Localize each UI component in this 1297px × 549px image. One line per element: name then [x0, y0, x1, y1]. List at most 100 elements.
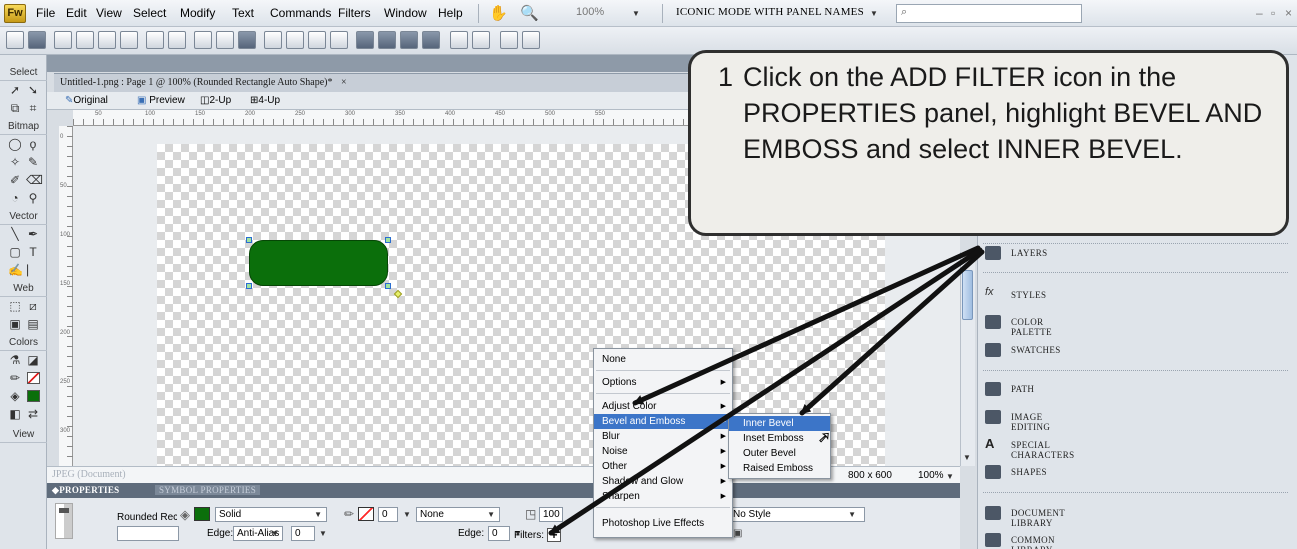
minimize-icon[interactable]: –: [1256, 6, 1263, 20]
filter-menu-item-adjust-color[interactable]: Adjust Color ▶: [594, 399, 732, 414]
align-dropdown-icon[interactable]: [472, 31, 490, 49]
fill-type-select[interactable]: Solid ▼: [215, 507, 327, 522]
import-icon[interactable]: [76, 31, 94, 49]
chevron-down-icon[interactable]: ▼: [319, 529, 327, 538]
bevel-menu-item-raised-emboss[interactable]: Raised Emboss: [729, 461, 830, 476]
lasso-tool-icon[interactable]: ϙ: [26, 137, 40, 151]
hide-slices-icon[interactable]: ▣: [8, 317, 22, 331]
scroll-down-icon[interactable]: ▼: [963, 453, 971, 462]
chevron-down-icon[interactable]: ▼: [870, 9, 878, 18]
stroke-swatch[interactable]: [27, 372, 40, 384]
swap-colors-icon[interactable]: ⇄: [26, 407, 40, 421]
chevron-down-icon[interactable]: ▼: [403, 510, 411, 519]
bring-forward-icon[interactable]: [378, 31, 396, 49]
magic-wand-tool-icon[interactable]: ✧: [8, 155, 22, 169]
menu-text[interactable]: Text: [232, 6, 254, 20]
split-icon[interactable]: [330, 31, 348, 49]
view-2up-button[interactable]: ◫2-Up: [200, 95, 231, 106]
selection-handle[interactable]: [246, 237, 252, 243]
filter-menu-item-none[interactable]: None: [594, 352, 732, 367]
stroke-type-select[interactable]: None ▼: [416, 507, 500, 522]
new-file-icon[interactable]: [6, 31, 24, 49]
bevel-menu-item-inset-emboss[interactable]: Inset Emboss: [729, 431, 830, 446]
bring-to-front-icon[interactable]: [356, 31, 374, 49]
close-icon[interactable]: ×: [1285, 6, 1292, 20]
export-icon[interactable]: [98, 31, 116, 49]
scale-tool-icon[interactable]: ⧉: [8, 101, 22, 115]
redo-icon[interactable]: [168, 31, 186, 49]
marquee-tool-icon[interactable]: ◯: [8, 137, 22, 151]
text-tool-icon[interactable]: T: [26, 245, 40, 259]
close-tab-icon[interactable]: ×: [341, 77, 347, 88]
save-icon[interactable]: [28, 31, 46, 49]
eraser-tool-icon[interactable]: ⌫: [26, 173, 43, 187]
bevel-menu-item-outer-bevel[interactable]: Outer Bevel: [729, 446, 830, 461]
bevel-menu-item-inner-bevel[interactable]: Inner Bevel: [729, 416, 830, 431]
filter-menu-item-shadow-and-glow[interactable]: Shadow and Glow ▶: [594, 474, 732, 489]
paste-icon[interactable]: [238, 31, 256, 49]
undo-icon[interactable]: [146, 31, 164, 49]
menu-modify[interactable]: Modify: [180, 6, 215, 20]
pointer-tool-icon[interactable]: ➚: [8, 83, 22, 97]
hotspot-tool-icon[interactable]: ⬚: [8, 299, 22, 313]
menu-select[interactable]: Select: [133, 6, 166, 20]
filter-menu-item-sharpen[interactable]: Sharpen ▶: [594, 489, 732, 504]
slice-tool-icon[interactable]: ⧄: [26, 299, 40, 313]
document-tab[interactable]: Untitled-1.png : Page 1 @ 100% (Rounded …: [60, 77, 347, 88]
stroke-color-swatch[interactable]: [358, 507, 374, 521]
align-icon[interactable]: [450, 31, 468, 49]
tab-properties[interactable]: ◆PROPERTIES: [52, 485, 119, 496]
stroke-color-icon[interactable]: ✏: [8, 371, 22, 385]
stroke-size-field[interactable]: 0: [378, 507, 398, 522]
rubber-stamp-tool-icon[interactable]: ⚲: [26, 191, 40, 205]
menu-edit[interactable]: Edit: [66, 6, 87, 20]
tab-symbol-properties[interactable]: SYMBOL PROPERTIES: [155, 485, 260, 495]
hand-tool-icon[interactable]: ✋: [489, 4, 508, 22]
filter-menu-item-options[interactable]: Options ▶: [594, 375, 732, 390]
show-slices-icon[interactable]: ▤: [26, 317, 40, 331]
freeform-tool-icon[interactable]: ✍: [8, 263, 23, 277]
edge-amount-field[interactable]: 0: [291, 526, 315, 541]
cut-icon[interactable]: [194, 31, 212, 49]
menu-view[interactable]: View: [96, 6, 122, 20]
opacity-field[interactable]: 100: [539, 507, 563, 522]
pencil-tool-icon[interactable]: ✐: [8, 173, 22, 187]
fill-color-swatch[interactable]: [194, 507, 210, 521]
brush-tool-icon[interactable]: ✎: [26, 155, 40, 169]
filter-menu-item-noise[interactable]: Noise ▶: [594, 444, 732, 459]
join-icon[interactable]: [308, 31, 326, 49]
blur-tool-icon[interactable]: ◔: [8, 191, 22, 205]
edge-select[interactable]: Anti-Alias ▼: [233, 526, 283, 541]
filter-menu-item-blur[interactable]: Blur ▶: [594, 429, 732, 444]
ungroup-icon[interactable]: [286, 31, 304, 49]
pen-tool-icon[interactable]: ✒: [26, 227, 40, 241]
group-icon[interactable]: [264, 31, 282, 49]
menu-commands[interactable]: Commands: [270, 6, 331, 20]
copy-icon[interactable]: [216, 31, 234, 49]
object-name-field[interactable]: [117, 526, 179, 541]
fill-swatch[interactable]: [27, 390, 40, 402]
crop-tool-icon[interactable]: ⌗: [26, 101, 40, 115]
paint-bucket-tool-icon[interactable]: ◪: [26, 353, 40, 367]
status-zoom[interactable]: 100%: [918, 470, 944, 481]
rectangle-tool-icon[interactable]: ▢: [8, 245, 22, 259]
zoom-tool-icon[interactable]: 🔍: [520, 4, 539, 22]
selection-handle[interactable]: [246, 283, 252, 289]
selection-handle[interactable]: [385, 237, 391, 243]
rotate-icon[interactable]: [500, 31, 518, 49]
fill-color-icon[interactable]: ◈: [8, 389, 22, 403]
default-colors-icon[interactable]: ◧: [8, 407, 22, 421]
view-original-button[interactable]: ✎Original: [65, 95, 108, 106]
workspace-mode-combo[interactable]: ICONIC MODE WITH PANEL NAMES: [676, 6, 864, 18]
menu-file[interactable]: File: [36, 6, 55, 20]
menu-window[interactable]: Window: [384, 6, 427, 20]
eyedropper-tool-icon[interactable]: ⚗: [8, 353, 22, 367]
flip-icon[interactable]: [522, 31, 540, 49]
chevron-down-icon[interactable]: ▼: [632, 9, 640, 18]
filter-menu-item-bevel-and-emboss[interactable]: Bevel and Emboss ▶: [594, 414, 732, 429]
chevron-down-icon[interactable]: ▼: [946, 472, 954, 481]
rounded-rectangle-shape[interactable]: [249, 240, 388, 286]
zoom-level-combo[interactable]: 100%: [576, 6, 604, 18]
search-input[interactable]: ⌕: [896, 4, 1082, 23]
maximize-icon[interactable]: ▫: [1271, 6, 1275, 20]
